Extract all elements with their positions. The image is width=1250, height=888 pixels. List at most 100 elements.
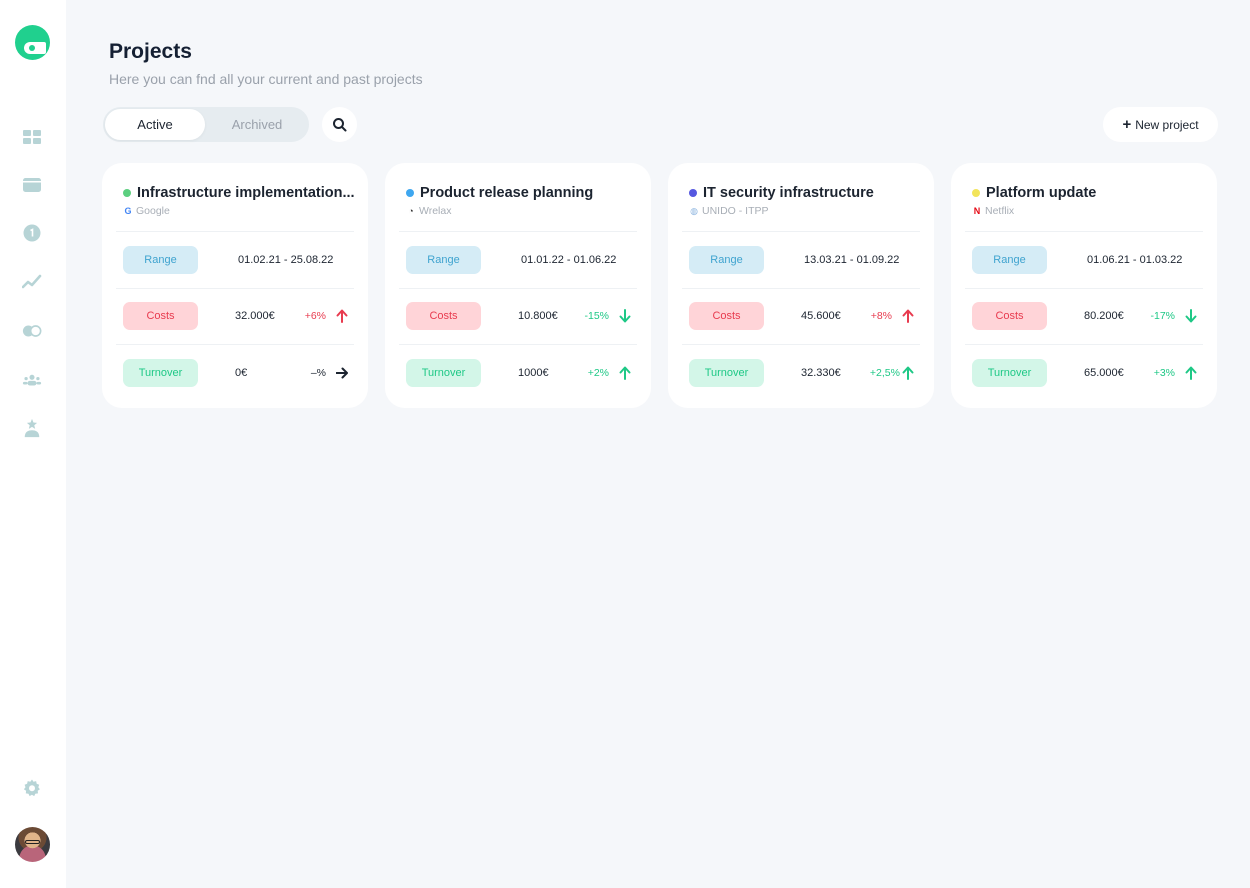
costs-change: -17% [1150,310,1175,323]
nav-finance[interactable] [21,223,43,243]
turnover-value: 32.330€ [801,366,841,379]
project-status-dot [689,189,697,197]
status-toggle: Active Archived [103,107,309,142]
turnover-row: Turnover 65.000€ +3% [965,344,1203,401]
client: G Google [123,205,354,217]
page-subtitle: Here you can fnd all your current and pa… [109,71,423,87]
costs-value: 10.800€ [518,310,558,323]
new-project-button[interactable]: + New project [1103,107,1218,142]
range-label: Range [406,245,481,274]
client-logo-icon: N [973,206,981,216]
costs-row: Costs 45.600€ +8% [682,287,920,345]
turnover-row: Turnover 0€ –% [116,344,354,401]
toggle-icon [22,325,42,337]
user-star-icon [24,418,40,438]
client-logo-icon: ◍ [690,205,698,216]
nav-customers[interactable] [21,418,43,438]
info-coin-icon [23,224,41,242]
costs-change: -15% [584,310,609,323]
card-header: Infrastructure implementation... [123,185,355,201]
project-title[interactable]: Product release planning [420,185,593,201]
costs-value: 32.000€ [235,310,275,323]
client-name: Wrelax [419,205,452,217]
logo-mask-shape [24,42,46,54]
logo-eye-shape [29,45,35,51]
new-project-label: New project [1135,117,1199,132]
client: ◍ UNIDO - ITPP [689,205,920,217]
project-title[interactable]: Infrastructure implementation... [137,185,355,201]
range-row: Range 13.03.21 - 01.09.22 [682,231,920,288]
arrow-up-icon [902,309,914,324]
arrow-down-icon [619,309,631,323]
gear-icon [23,779,40,797]
costs-change: +8% [870,310,892,323]
nav-payments[interactable] [21,175,43,195]
project-title[interactable]: Platform update [986,185,1096,201]
costs-label: Costs [406,302,481,331]
trend-line-icon [22,274,42,289]
range-row: Range 01.01.22 - 01.06.22 [399,231,637,288]
project-status-dot [123,189,131,197]
project-card[interactable]: Infrastructure implementation... G Googl… [102,163,368,408]
range-value: 01.02.21 - 25.08.22 [238,253,334,266]
nav-integrations[interactable] [21,321,43,341]
costs-label: Costs [972,302,1047,331]
range-value: 01.01.22 - 01.06.22 [521,253,617,266]
range-label: Range [689,245,764,274]
project-status-dot [972,189,980,197]
costs-label: Costs [123,302,198,331]
arrow-up-icon [902,366,914,380]
app-logo[interactable] [15,25,50,60]
turnover-change: +2,5% [869,366,900,379]
arrow-up-icon [336,309,348,324]
turnover-value: 1000€ [518,366,549,379]
nav-dashboard[interactable] [21,127,43,147]
arrow-right-icon [336,367,348,379]
turnover-change: –% [310,366,326,379]
client-logo-icon: ◔ [408,206,414,216]
costs-row: Costs 32.000€ +6% [116,287,354,345]
project-card[interactable]: IT security infrastructure ◍ UNIDO - ITP… [668,163,934,408]
dashboard-grid-icon [23,130,41,144]
card-icon [23,178,41,192]
search-icon [332,117,346,131]
card-header: Product release planning [406,185,637,201]
project-metrics: Range 01.06.21 - 01.03.22 Costs 80.200€ … [951,231,1217,401]
team-icon [22,374,42,386]
nav-analytics[interactable] [21,271,43,291]
turnover-value: 65.000€ [1084,366,1124,379]
project-metrics: Range 01.01.22 - 01.06.22 Costs 10.800€ … [385,231,651,401]
project-status-dot [406,189,414,197]
tab-archived[interactable]: Archived [207,109,307,140]
plus-icon: + [1122,116,1132,133]
turnover-value: 0€ [235,366,248,379]
client: ◔ Wrelax [406,205,637,217]
nav-team[interactable] [21,370,43,390]
turnover-label: Turnover [406,358,481,387]
project-card[interactable]: Platform update N Netflix Range 01.06.21… [951,163,1217,408]
arrow-up-icon [1185,366,1197,380]
range-label: Range [972,245,1047,274]
card-header: IT security infrastructure [689,185,920,201]
client-logo-icon: G [124,206,132,216]
nav-settings[interactable] [21,778,43,798]
avatar-glasses-shape [25,840,40,844]
costs-value: 80.200€ [1084,310,1124,323]
project-title[interactable]: IT security infrastructure [703,185,874,201]
client-name: UNIDO - ITPP [702,205,769,217]
turnover-row: Turnover 1000€ +2% [399,344,637,401]
turnover-label: Turnover [972,358,1047,387]
search-button[interactable] [322,107,357,142]
main-content: Projects Here you can fnd all your curre… [66,0,1250,888]
range-value: 13.03.21 - 01.09.22 [804,253,900,266]
range-label: Range [123,245,198,274]
user-avatar[interactable] [15,827,50,862]
project-metrics: Range 13.03.21 - 01.09.22 Costs 45.600€ … [668,231,934,401]
range-value: 01.06.21 - 01.03.22 [1087,253,1183,266]
tab-active[interactable]: Active [105,109,205,140]
page-title: Projects [109,40,192,63]
project-card[interactable]: Product release planning ◔ Wrelax Range … [385,163,651,408]
costs-row: Costs 10.800€ -15% [399,287,637,345]
turnover-change: +2% [587,366,609,379]
costs-value: 45.600€ [801,310,841,323]
